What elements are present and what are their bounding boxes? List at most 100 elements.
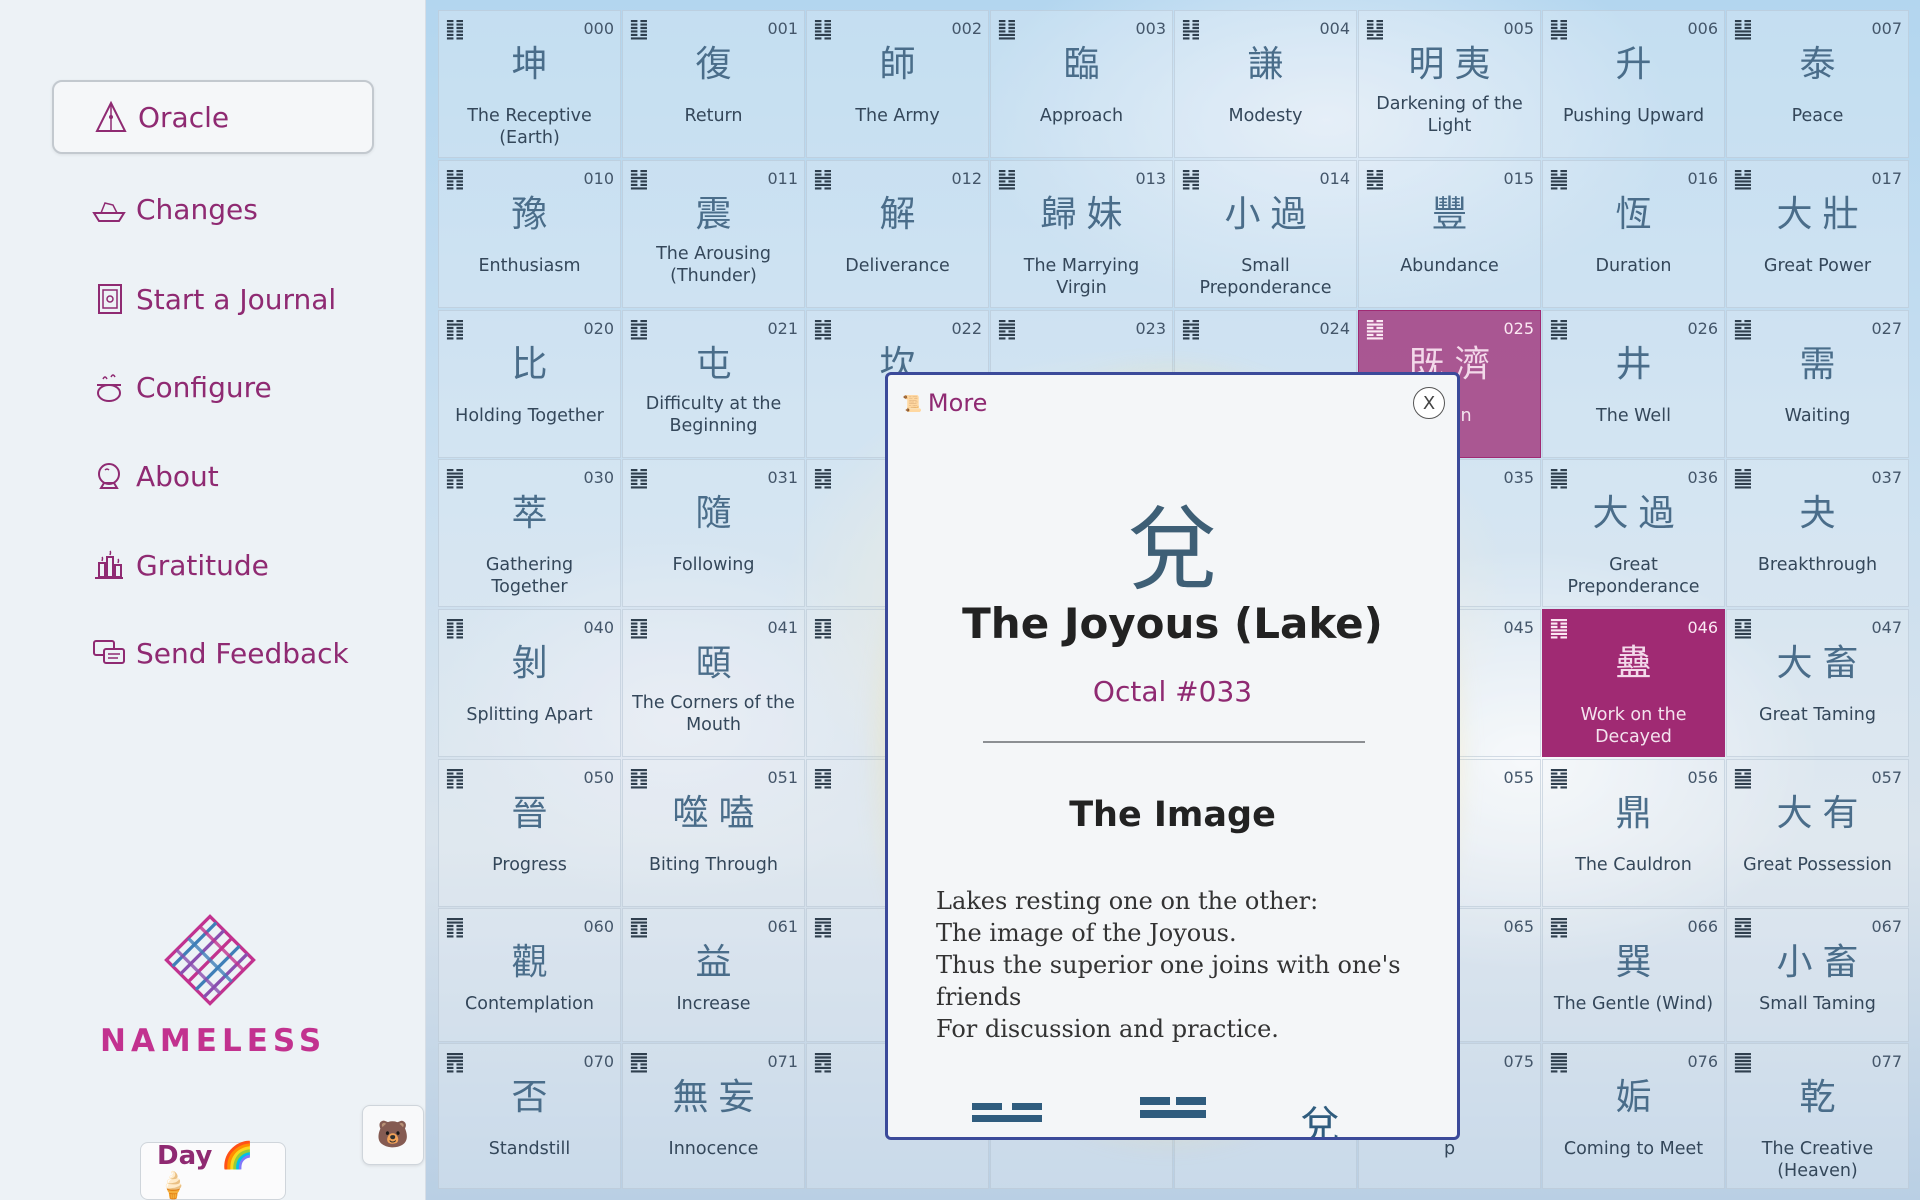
hexagram-symbol-icon: ䷅ — [813, 1050, 833, 1075]
nav-item-label: About — [136, 459, 219, 493]
hexagram-glyph: 大畜 — [1776, 643, 1869, 684]
hexagram-glyph: 謙 — [1247, 44, 1294, 85]
hexagram-cell[interactable]: ䷪ 037 夬 Breakthrough — [1726, 459, 1909, 607]
image-text: Lakes resting one on the other: The imag… — [936, 885, 1401, 1045]
hexagram-cell[interactable]: ䷵ 013 歸妹 The Marrying Virgin — [990, 160, 1173, 308]
hexagram-cell[interactable]: ䷂ 021 屯 Difficulty at the Beginning — [622, 310, 805, 458]
hexagram-cell[interactable]: ䷬ 030 萃 Gathering Together — [438, 459, 621, 607]
hexagram-cell[interactable]: ䷑ 046 蠱 Work on the Decayed — [1542, 609, 1725, 757]
hexagram-glyph: 無妄 — [672, 1077, 765, 1118]
hexagram-cell[interactable]: ䷲ 011 震 The Arousing (Thunder) — [622, 160, 805, 308]
hexagram-cell[interactable]: ䷧ 012 解 Deliverance — [806, 160, 989, 308]
hexagram-cell[interactable]: ䷓ 060 觀 Contemplation — [438, 908, 621, 1042]
hexagram-cell[interactable]: ䷁ 000 坤 The Receptive (Earth) — [438, 10, 621, 158]
hexagram-cell[interactable]: ䷈ 067 小畜 Small Taming — [1726, 908, 1909, 1042]
hexagram-cell[interactable]: ䷶ 015 豐 Abundance — [1358, 160, 1541, 308]
hexagram-glyph: 需 — [1799, 344, 1846, 385]
hexagram-glyph: 震 — [695, 194, 742, 235]
hexagram-cell[interactable]: ䷒ 003 臨 Approach — [990, 10, 1173, 158]
chat-icon — [90, 634, 128, 672]
upper-trigram-icon — [1140, 1097, 1206, 1123]
hexagram-cell[interactable]: ䷭ 006 升 Pushing Upward — [1542, 10, 1725, 158]
hexagram-cell[interactable]: ䷎ 004 謙 Modesty — [1174, 10, 1357, 158]
divider — [983, 741, 1365, 743]
hexagram-glyph: 恆 — [1615, 194, 1662, 235]
hexagram-glyph: 井 — [1615, 344, 1662, 385]
nav-item-start-a-journal[interactable]: Start a Journal — [52, 262, 374, 336]
hexagram-name: The Army — [855, 106, 940, 126]
hexagram-glyph: 歸妹 — [1040, 194, 1133, 235]
scroll-icon: 📜 — [902, 393, 922, 413]
hexagram-cell[interactable]: ䷘ 071 無妄 Innocence — [622, 1043, 805, 1189]
hexagram-cell[interactable]: ䷯ 026 井 The Well — [1542, 310, 1725, 458]
hexagram-name: Small Preponderance — [1199, 256, 1332, 298]
hexagram-cell[interactable]: ䷚ 041 頤 The Corners of the Mouth — [622, 609, 805, 757]
nav-item-oracle[interactable]: Oracle — [52, 80, 374, 154]
hexagram-name: The Well — [1596, 406, 1671, 426]
hexagram-cell[interactable]: ䷱ 056 鼎 The Cauldron — [1542, 759, 1725, 907]
octal-number: 024 — [1319, 319, 1350, 338]
hexagram-name: Progress — [492, 855, 567, 875]
hexagram-glyph: 大有 — [1776, 793, 1869, 834]
hexagram-cell[interactable]: ䷐ 031 隨 Following — [622, 459, 805, 607]
hexagram-name: Great Possession — [1743, 855, 1892, 875]
hexagram-cell[interactable]: ䷔ 051 噬嗑 Biting Through — [622, 759, 805, 907]
hexagram-cell[interactable]: ䷣ 005 明夷 Darkening of the Light — [1358, 10, 1541, 158]
nav-item-configure[interactable]: Configure — [52, 350, 374, 424]
close-button[interactable]: X — [1413, 387, 1445, 419]
octal-number: 035 — [1503, 468, 1534, 487]
nav-item-send-feedback[interactable]: Send Feedback — [52, 616, 374, 690]
hexagram-name: The Cauldron — [1575, 855, 1692, 875]
hexagram-glyph: 姤 — [1615, 1077, 1662, 1118]
hexagram-cell[interactable]: ䷆ 002 師 The Army — [806, 10, 989, 158]
hexagram-name: Deliverance — [845, 256, 950, 276]
hexagram-cell[interactable]: ䷸ 066 巽 The Gentle (Wind) — [1542, 908, 1725, 1042]
footer-glyph[interactable]: 兌 — [1300, 1093, 1340, 1137]
octal-number: 023 — [1135, 319, 1166, 338]
hexagram-name: Great Power — [1763, 256, 1872, 276]
hexagram-cell[interactable]: ䷊ 007 泰 Peace — [1726, 10, 1909, 158]
hexagram-glyph: 噬嗑 — [672, 793, 765, 834]
nav-item-changes[interactable]: Changes — [52, 172, 374, 246]
nav-item-label: Start a Journal — [136, 282, 337, 316]
hexagram-name: The Arousing (Thunder) — [656, 244, 771, 286]
modal-header[interactable]: 📜 More — [902, 389, 987, 417]
hexagram-cell[interactable]: ䷩ 061 益 Increase — [622, 908, 805, 1042]
hexagram-cell[interactable]: ䷢ 050 晉 Progress — [438, 759, 621, 907]
hexagram-name: Enthusiasm — [478, 256, 581, 276]
hexagram-symbol-icon: ䷦ — [1181, 317, 1201, 342]
hexagram-cell[interactable]: ䷗ 001 復 Return — [622, 10, 805, 158]
hexagram-name: Coming to Meet — [1563, 1139, 1704, 1159]
hexagram-name: Small Taming — [1759, 994, 1876, 1014]
hexagram-glyph: 比 — [511, 344, 558, 385]
hexagram-glyph: 豐 — [1431, 194, 1478, 235]
hexagram-cell[interactable]: ䷇ 020 比 Holding Together — [438, 310, 621, 458]
hexagram-cell[interactable]: ䷽ 014 小過 Small Preponderance — [1174, 160, 1357, 308]
hexagram-glyph: 鼎 — [1615, 793, 1662, 834]
logo-text: NAMELESS — [100, 1023, 327, 1059]
hexagram-cell[interactable]: ䷀ 077 乾 The Creative (Heaven) — [1726, 1043, 1909, 1189]
hexagram-symbol-icon: ䷃ — [813, 616, 833, 641]
hexagram-cell[interactable]: ䷛ 036 大過 Great Preponderance — [1542, 459, 1725, 607]
hexagram-glyph: 解 — [879, 194, 926, 235]
hexagram-cell[interactable]: ䷟ 016 恆 Duration — [1542, 160, 1725, 308]
hexagram-name: Work on the Decayed — [1580, 705, 1687, 747]
hexagram-cell[interactable]: ䷄ 027 需 Waiting — [1726, 310, 1909, 458]
hexagram-name: Innocence — [668, 1139, 759, 1159]
hexagram-symbol-icon: ䷮ — [997, 317, 1017, 342]
nav-item-gratitude[interactable]: Gratitude — [52, 528, 374, 602]
hexagram-cell[interactable]: ䷍ 057 大有 Great Possession — [1726, 759, 1909, 907]
day-night-toggle[interactable]: Day 🌈🍦 — [140, 1141, 286, 1200]
hexagram-cell[interactable]: ䷏ 010 豫 Enthusiasm — [438, 160, 621, 308]
hexagram-cell[interactable]: ䷖ 040 剝 Splitting Apart — [438, 609, 621, 757]
crystal-ball-icon — [90, 457, 128, 495]
hexagram-cell[interactable]: ䷋ 070 否 Standstill — [438, 1043, 621, 1189]
hexagram-cell[interactable]: ䷡ 017 大壯 Great Power — [1726, 160, 1909, 308]
hexagram-name: Darkening of the Light — [1376, 94, 1523, 136]
hexagram-cell[interactable]: ䷫ 076 姤 Coming to Meet — [1542, 1043, 1725, 1189]
bear-button[interactable]: 🐻 — [362, 1105, 424, 1165]
hexagram-cell[interactable]: ䷙ 047 大畜 Great Taming — [1726, 609, 1909, 757]
nav-item-about[interactable]: About — [52, 439, 374, 513]
hexagram-name: Standstill — [488, 1139, 571, 1159]
hexagram-name: Abundance — [1400, 256, 1499, 276]
